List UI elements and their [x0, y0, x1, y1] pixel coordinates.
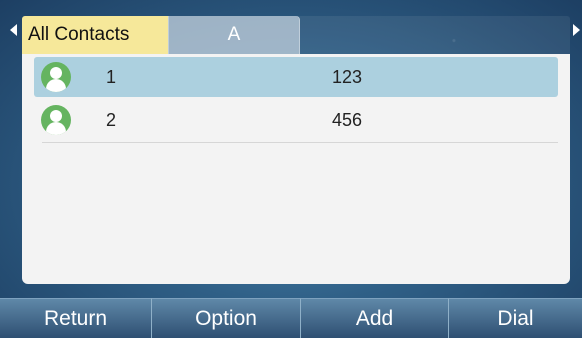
softkey-bar: Return Option Add Dial [0, 298, 582, 338]
add-button[interactable]: Add [300, 298, 448, 338]
option-button[interactable]: Option [151, 298, 300, 338]
contact-number: 123 [332, 66, 363, 87]
dial-button[interactable]: Dial [448, 298, 582, 338]
contact-avatar-icon [41, 62, 71, 92]
contact-number: 456 [332, 109, 363, 130]
tab-right-arrow-icon[interactable] [573, 24, 580, 36]
return-button[interactable]: Return [0, 298, 151, 338]
contact-list: 1 123 2 456 [22, 54, 570, 284]
tab-left-arrow-icon[interactable] [10, 24, 17, 36]
tab-all-contacts[interactable]: All Contacts [22, 16, 168, 54]
contact-avatar-icon [41, 105, 71, 135]
contact-row[interactable]: 2 456 [34, 100, 558, 143]
contact-tabs: All Contacts A [22, 16, 570, 54]
tab-a[interactable]: A [168, 16, 300, 54]
contact-name: 2 [106, 109, 117, 130]
contact-row[interactable]: 1 123 [34, 57, 558, 97]
contact-name: 1 [106, 66, 117, 87]
